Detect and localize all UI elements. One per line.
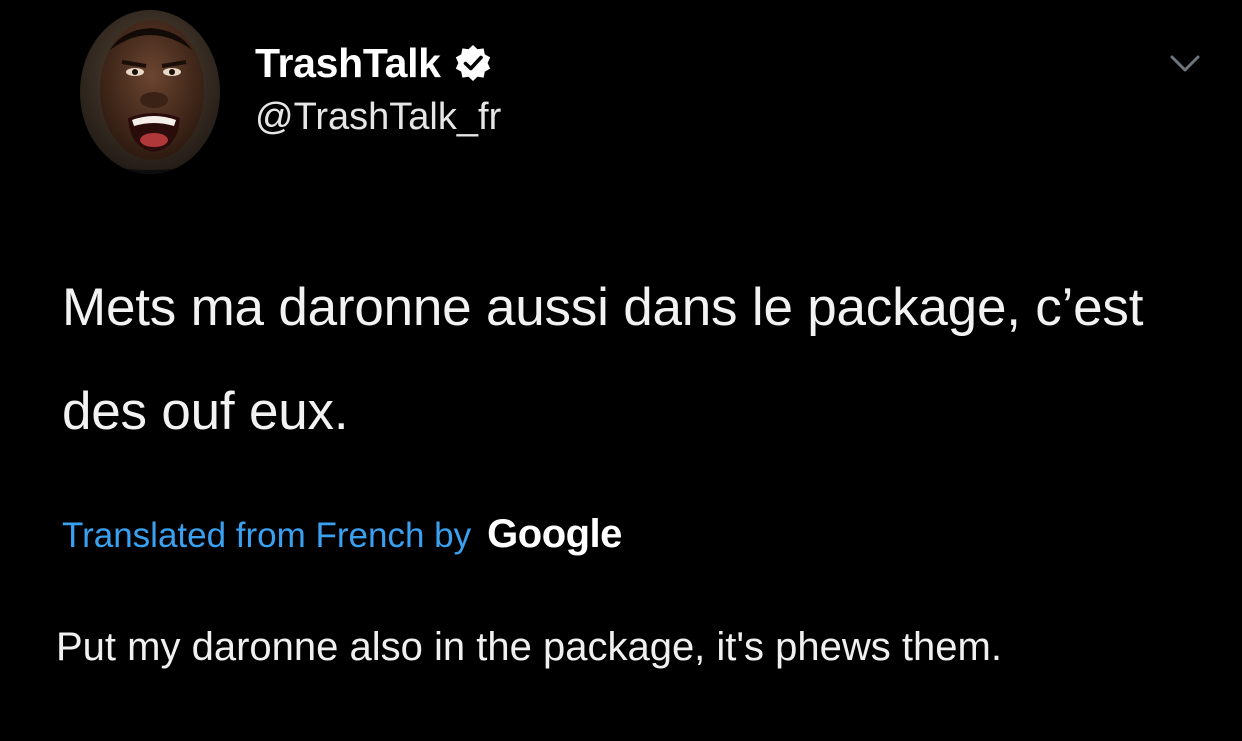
- chevron-down-icon[interactable]: [1168, 46, 1202, 80]
- display-name[interactable]: TrashTalk: [255, 38, 441, 88]
- avatar-photo-icon: [80, 10, 220, 174]
- tweet: TrashTalk @TrashTalk_fr Mets ma daronne …: [0, 0, 1242, 741]
- user-info: TrashTalk @TrashTalk_fr: [255, 38, 501, 142]
- translation-attribution: Translated from French by Google: [62, 512, 622, 557]
- verified-badge-icon: [453, 43, 493, 83]
- translated-from-link[interactable]: Translated from French by: [62, 516, 471, 556]
- translated-text: Put my daronne also in the package, it's…: [56, 625, 1002, 669]
- name-row: TrashTalk: [255, 38, 501, 88]
- tweet-text: Mets ma daronne aussi dans le package, c…: [62, 278, 1144, 441]
- avatar[interactable]: [80, 10, 220, 174]
- user-handle[interactable]: @TrashTalk_fr: [255, 92, 501, 142]
- google-logo: Google: [487, 512, 622, 556]
